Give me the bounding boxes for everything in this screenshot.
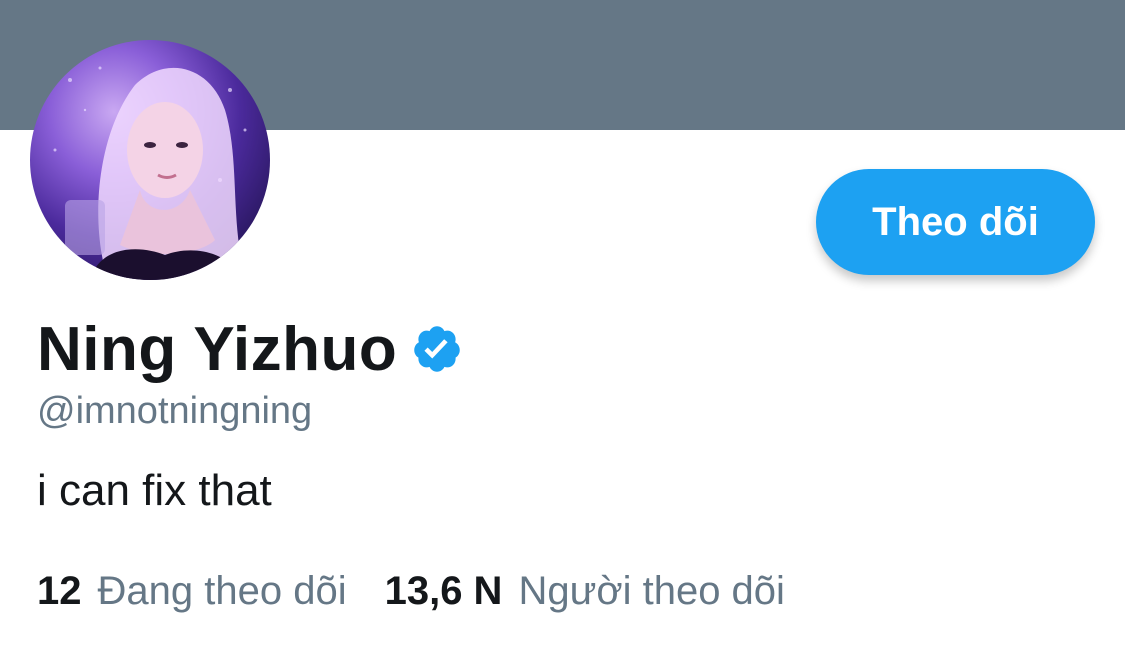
followers-label: Người theo dõi bbox=[518, 569, 785, 613]
name-row: Ning Yizhuo bbox=[37, 313, 463, 385]
display-name: Ning Yizhuo bbox=[37, 314, 398, 384]
username-handle: @imnotningning bbox=[37, 390, 313, 432]
profile-stats: 12 Đang theo dõi 13,6 N Người theo dõi bbox=[37, 569, 785, 617]
follow-button[interactable]: Theo dõi bbox=[816, 169, 1095, 275]
profile-bio: i can fix that bbox=[37, 466, 272, 515]
followers-stat-link[interactable]: 13,6 N Người theo dõi bbox=[385, 569, 785, 614]
avatar-photo bbox=[53, 66, 247, 280]
verified-badge-icon bbox=[411, 323, 463, 375]
followers-count: 13,6 N bbox=[384, 569, 503, 613]
following-stat-link[interactable]: 12 Đang theo dõi bbox=[37, 569, 347, 614]
avatar[interactable] bbox=[30, 40, 270, 280]
following-label: Đang theo dõi bbox=[97, 569, 347, 613]
following-count: 12 bbox=[37, 569, 82, 613]
